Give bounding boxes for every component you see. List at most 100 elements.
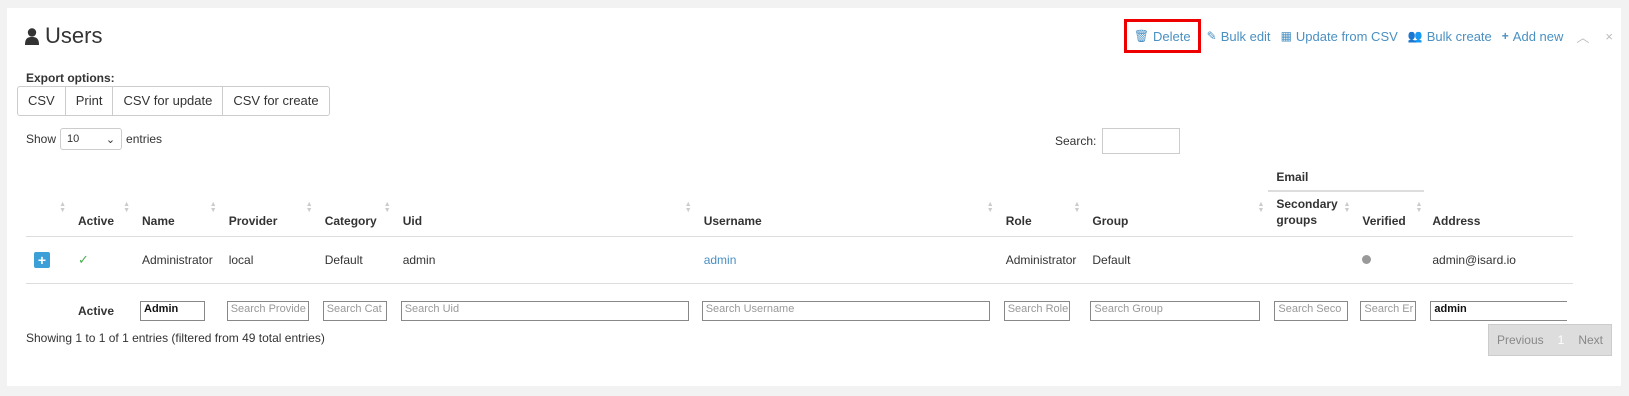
col-address-label: Address bbox=[1432, 214, 1481, 228]
col-role-label: Role bbox=[1005, 214, 1032, 228]
entries-label: entries bbox=[126, 132, 163, 146]
check-icon: ✓ bbox=[78, 252, 89, 267]
active-cell: ✓ bbox=[70, 236, 134, 284]
secondary-cell bbox=[1268, 236, 1355, 284]
chevron-up-icon: ︿ bbox=[1576, 29, 1590, 45]
col-provider[interactable]: Provider ▲ ▼ bbox=[220, 191, 317, 237]
sort-icon: ▲ ▼ bbox=[209, 201, 217, 214]
bulk-create-label: Bulk create bbox=[1426, 28, 1492, 44]
table-info: Showing 1 to 1 of 1 entries (filtered fr… bbox=[26, 331, 325, 345]
pencil-icon: ✎ bbox=[1206, 29, 1217, 43]
filter-active-label: Active bbox=[78, 304, 115, 318]
category-cell: Default bbox=[316, 236, 395, 284]
page-1-button[interactable]: 1 bbox=[1552, 333, 1571, 347]
col-address[interactable]: Address bbox=[1424, 191, 1574, 237]
bulk-edit-button[interactable]: ✎ Bulk edit bbox=[1202, 22, 1276, 50]
filter-address-input[interactable]: admin bbox=[1430, 301, 1568, 321]
role-cell: Administrator bbox=[997, 236, 1085, 284]
chevron-down-icon: ⌄ bbox=[105, 133, 116, 146]
username-link[interactable]: admin bbox=[704, 253, 737, 267]
table-row: + ✓ Administrator local Default admin ad… bbox=[26, 236, 1574, 284]
search-input[interactable] bbox=[1102, 128, 1181, 154]
collapse-button[interactable]: ︿ bbox=[1568, 22, 1597, 50]
export-buttons: CSV Print CSV for update CSV for create bbox=[17, 86, 330, 116]
previous-button[interactable]: Previous bbox=[1489, 333, 1552, 347]
filter-group-input[interactable]: Search Group bbox=[1090, 301, 1261, 321]
pagination: Previous 1 Next bbox=[1487, 324, 1612, 356]
page-title-text: Users bbox=[45, 23, 103, 48]
group-cell: Default bbox=[1084, 236, 1269, 284]
address-cell: admin@isard.io bbox=[1424, 236, 1574, 284]
filter-username-input[interactable]: Search Username bbox=[701, 301, 990, 321]
next-button[interactable]: Next bbox=[1570, 333, 1611, 347]
col-secondary-label: Secondary groups bbox=[1276, 197, 1338, 227]
bulk-edit-label: Bulk edit bbox=[1220, 28, 1271, 44]
trash-icon: 🗑 bbox=[1133, 29, 1150, 43]
expand-column-header[interactable]: ▲ ▼ bbox=[26, 191, 70, 237]
users-table: Email ▲ ▼ Active ▲ ▼ Name ▲ ▼ Provider ▲ ▼ Cate… bbox=[26, 168, 1574, 339]
col-username[interactable]: Username ▲ ▼ bbox=[695, 191, 998, 237]
col-category[interactable]: Category ▲ ▼ bbox=[316, 191, 395, 237]
page-length-value: 10 bbox=[67, 133, 80, 145]
col-active[interactable]: Active ▲ ▼ bbox=[70, 191, 134, 237]
unverified-dot-icon bbox=[1362, 255, 1372, 264]
col-role[interactable]: Role ▲ ▼ bbox=[997, 191, 1085, 237]
filter-secondary-input[interactable]: Search Seco bbox=[1274, 301, 1349, 321]
toolbar: 🗑 Delete ✎ Bulk edit ▦ Update from CSV 👥… bbox=[1123, 19, 1621, 53]
username-cell: admin bbox=[695, 236, 998, 284]
name-cell: Administrator bbox=[134, 236, 221, 284]
col-provider-label: Provider bbox=[228, 214, 278, 228]
delete-button[interactable]: 🗑 Delete bbox=[1123, 19, 1201, 53]
export-csv-create-button[interactable]: CSV for create bbox=[222, 86, 330, 116]
filter-uid-input[interactable]: Search Uid bbox=[400, 301, 689, 321]
sort-icon: ▲ ▼ bbox=[1343, 201, 1351, 214]
sort-icon: ▲ ▼ bbox=[1415, 201, 1423, 214]
col-group-label: Group bbox=[1092, 214, 1129, 228]
add-new-label: Add new bbox=[1512, 28, 1564, 44]
users-panel: Users 🗑 Delete ✎ Bulk edit ▦ Update from… bbox=[7, 8, 1621, 386]
col-name[interactable]: Name ▲ ▼ bbox=[134, 191, 221, 237]
email-group-header: Email bbox=[1268, 168, 1425, 192]
sort-icon: ▲ ▼ bbox=[305, 201, 313, 214]
provider-cell: local bbox=[220, 236, 317, 284]
col-category-label: Category bbox=[324, 214, 377, 228]
export-csv-update-button[interactable]: CSV for update bbox=[112, 86, 224, 116]
filter-role-input[interactable]: Search Role bbox=[1003, 301, 1070, 321]
bulk-create-button[interactable]: 👥 Bulk create bbox=[1403, 22, 1497, 50]
sort-icon: ▲ ▼ bbox=[1257, 201, 1265, 214]
col-name-label: Name bbox=[142, 214, 175, 228]
col-uid[interactable]: Uid ▲ ▼ bbox=[394, 191, 696, 237]
col-uid-label: Uid bbox=[402, 214, 423, 228]
page-length-select[interactable]: 10 ⌄ bbox=[60, 128, 123, 150]
page-length: Show 10 ⌄ entries bbox=[26, 128, 162, 150]
export-csv-button[interactable]: CSV bbox=[17, 86, 66, 116]
filter-provider-input[interactable]: Search Provide bbox=[226, 301, 309, 321]
sort-icon: ▲ ▼ bbox=[684, 201, 692, 214]
col-verified-label: Verified bbox=[1362, 214, 1406, 228]
close-button[interactable]: × bbox=[1597, 22, 1621, 50]
show-label: Show bbox=[26, 132, 57, 146]
filter-verified-input[interactable]: Search Er bbox=[1360, 301, 1417, 321]
search-area: Search: bbox=[1055, 128, 1181, 154]
col-active-label: Active bbox=[78, 214, 115, 228]
plus-icon: + bbox=[1501, 29, 1509, 43]
col-group[interactable]: Group ▲ ▼ bbox=[1084, 191, 1269, 237]
verified-cell bbox=[1354, 236, 1425, 284]
uid-cell: admin bbox=[394, 236, 696, 284]
expand-cell: + bbox=[26, 236, 70, 284]
update-csv-label: Update from CSV bbox=[1295, 28, 1398, 44]
export-print-button[interactable]: Print bbox=[64, 86, 114, 116]
col-verified[interactable]: Verified ▲ ▼ bbox=[1354, 191, 1425, 237]
sort-icon: ▲ ▼ bbox=[123, 201, 130, 214]
export-options-label: Export options: bbox=[26, 71, 115, 85]
update-from-csv-button[interactable]: ▦ Update from CSV bbox=[1276, 22, 1403, 50]
filter-category-input[interactable]: Search Cat bbox=[322, 301, 387, 321]
user-icon bbox=[25, 27, 39, 45]
expand-row-button[interactable]: + bbox=[34, 252, 50, 268]
close-icon: × bbox=[1605, 28, 1613, 44]
filter-row: Active Admin Search Provide Search Cat S… bbox=[26, 284, 1573, 339]
filter-name-input[interactable]: Admin bbox=[140, 301, 205, 321]
sort-icon: ▲ ▼ bbox=[59, 201, 66, 214]
col-secondary-groups[interactable]: Secondary groups ▲ ▼ bbox=[1268, 191, 1355, 237]
add-new-button[interactable]: + Add new bbox=[1497, 22, 1569, 50]
